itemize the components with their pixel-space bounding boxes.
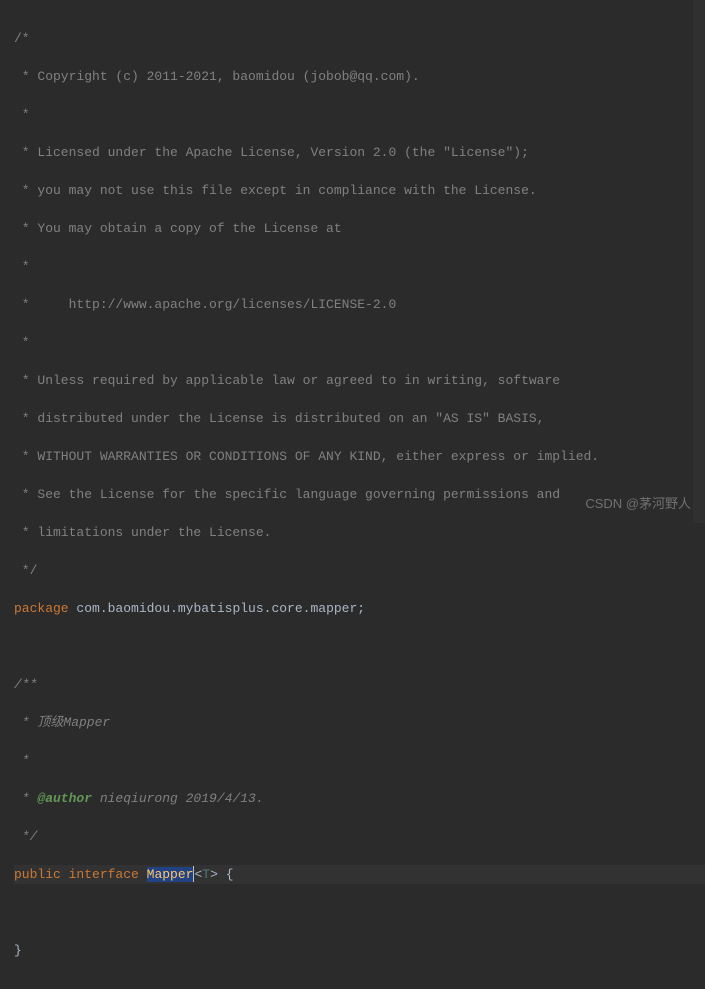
package-name: com.baomidou.mybatisplus.core.mapper: [76, 601, 357, 616]
interface-name: Mapper: [147, 867, 194, 882]
comment-line: * You may obtain a copy of the License a…: [14, 221, 342, 236]
comment-line: * Copyright (c) 2011-2021, baomidou (job…: [14, 69, 420, 84]
close-brace: }: [14, 943, 22, 958]
doc-comment-blank: *: [14, 753, 30, 768]
watermark: CSDN @茅河野人: [585, 494, 691, 513]
open-brace: {: [218, 867, 234, 882]
keyword-package: package: [14, 601, 69, 616]
comment-line: * Licensed under the Apache License, Ver…: [14, 145, 529, 160]
keyword-interface: interface: [69, 867, 139, 882]
comment-line: */: [14, 563, 37, 578]
comment-line: * http://www.apache.org/licenses/LICENSE…: [14, 297, 396, 312]
comment-line: * WITHOUT WARRANTIES OR CONDITIONS OF AN…: [14, 449, 599, 464]
semicolon: ;: [357, 601, 365, 616]
comment-line: /*: [14, 31, 30, 46]
comment-line: *: [14, 259, 30, 274]
type-param: T: [202, 867, 210, 882]
scrollbar[interactable]: [693, 0, 705, 523]
doc-tag-author: @author: [37, 791, 92, 806]
doc-comment-open: /**: [14, 677, 37, 692]
keyword-public: public: [14, 867, 61, 882]
comment-line: *: [14, 107, 30, 122]
doc-author-text: nieqiurong 2019/4/13.: [92, 791, 264, 806]
comment-line: * distributed under the License is distr…: [14, 411, 545, 426]
comment-line: * Unless required by applicable law or a…: [14, 373, 560, 388]
doc-comment-close: */: [14, 829, 37, 844]
comment-line: * limitations under the License.: [14, 525, 271, 540]
comment-line: * See the License for the specific langu…: [14, 487, 560, 502]
doc-comment-desc: * 顶级Mapper: [14, 715, 110, 730]
comment-line: *: [14, 335, 30, 350]
comment-line: * you may not use this file except in co…: [14, 183, 537, 198]
current-line[interactable]: public interface Mapper<T> {: [14, 865, 705, 884]
